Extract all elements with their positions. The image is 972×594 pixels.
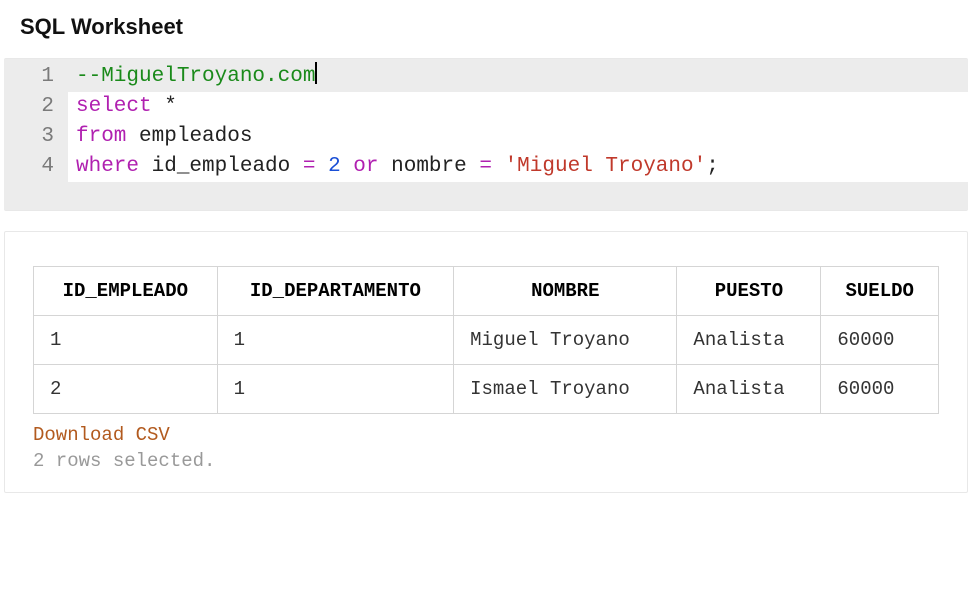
text-cursor xyxy=(315,62,317,84)
results-table: ID_EMPLEADOID_DEPARTAMENTONOMBREPUESTOSU… xyxy=(33,266,939,414)
table-cell: Ismael Troyano xyxy=(454,365,677,414)
editor-line[interactable]: 4where id_empleado = 2 or nombre = 'Migu… xyxy=(4,152,968,182)
status-text: 2 rows selected. xyxy=(33,450,939,472)
column-header: NOMBRE xyxy=(454,267,677,316)
column-header: SUELDO xyxy=(821,267,939,316)
header: SQL Worksheet xyxy=(0,0,972,58)
line-number: 3 xyxy=(4,122,68,152)
sql-editor[interactable]: 1--MiguelTroyano.com2select *3from emple… xyxy=(4,58,968,211)
code-content[interactable]: --MiguelTroyano.com xyxy=(68,62,968,92)
table-cell: 1 xyxy=(217,316,454,365)
table-cell: 60000 xyxy=(821,365,939,414)
code-content[interactable]: where id_empleado = 2 or nombre = 'Migue… xyxy=(68,152,968,182)
table-cell: 60000 xyxy=(821,316,939,365)
code-content[interactable]: from empleados xyxy=(68,122,968,152)
results-panel: ID_EMPLEADOID_DEPARTAMENTONOMBREPUESTOSU… xyxy=(4,231,968,493)
column-header: ID_DEPARTAMENTO xyxy=(217,267,454,316)
table-row: 21Ismael TroyanoAnalista60000 xyxy=(34,365,939,414)
editor-line[interactable]: 1--MiguelTroyano.com xyxy=(4,62,968,92)
editor-line[interactable]: 3from empleados xyxy=(4,122,968,152)
table-cell: Analista xyxy=(677,365,821,414)
download-csv-link[interactable]: Download CSV xyxy=(33,424,170,446)
table-cell: 1 xyxy=(217,365,454,414)
table-cell: Analista xyxy=(677,316,821,365)
table-cell: 2 xyxy=(34,365,218,414)
table-row: 11Miguel TroyanoAnalista60000 xyxy=(34,316,939,365)
table-cell: 1 xyxy=(34,316,218,365)
editor-line[interactable]: 2select * xyxy=(4,92,968,122)
line-number: 1 xyxy=(4,62,68,92)
column-header: PUESTO xyxy=(677,267,821,316)
table-cell: Miguel Troyano xyxy=(454,316,677,365)
line-number: 4 xyxy=(4,152,68,182)
column-header: ID_EMPLEADO xyxy=(34,267,218,316)
page-title: SQL Worksheet xyxy=(20,14,952,40)
code-content[interactable]: select * xyxy=(68,92,968,122)
line-number: 2 xyxy=(4,92,68,122)
